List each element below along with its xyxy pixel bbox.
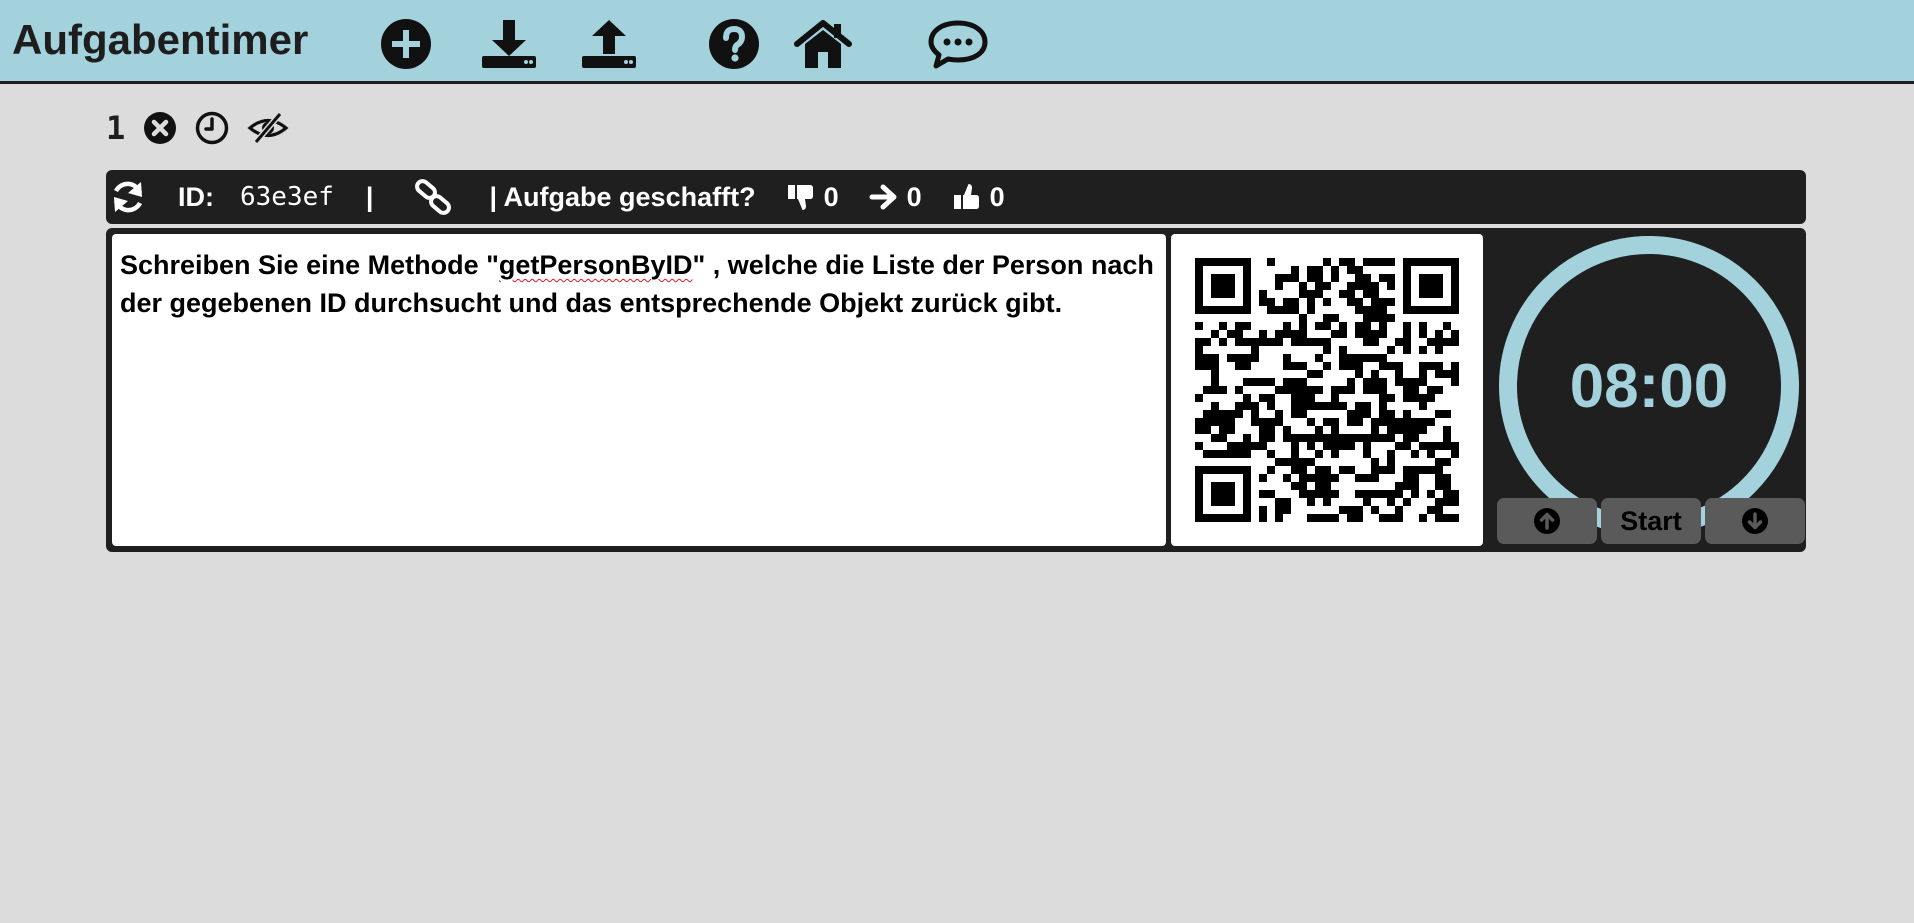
add-icon xyxy=(381,19,431,69)
qr-code xyxy=(1195,258,1459,522)
vote-down-count: 0 xyxy=(823,181,839,212)
reload-task-button[interactable] xyxy=(110,179,146,215)
task-text-before: Schreiben Sie eine Methode " xyxy=(120,250,499,280)
upload-button[interactable] xyxy=(578,18,640,70)
link-icon xyxy=(415,179,452,215)
upload-icon xyxy=(582,20,636,68)
thumbs-up-icon xyxy=(953,184,979,209)
toggle-visibility-button[interactable] xyxy=(247,111,289,145)
feedback-button[interactable] xyxy=(926,18,990,70)
clock-icon xyxy=(196,111,229,145)
qr-code-panel xyxy=(1171,234,1483,546)
download-button[interactable] xyxy=(478,18,540,70)
timer-settings-button[interactable] xyxy=(195,111,229,145)
vote-down-button[interactable]: 0 xyxy=(786,182,839,213)
share-link-button[interactable] xyxy=(413,178,453,216)
app-header: Aufgabentimer xyxy=(0,0,1914,84)
eye-slash-icon xyxy=(247,112,289,144)
delete-task-button[interactable] xyxy=(143,111,177,145)
vote-neutral-count: 0 xyxy=(906,181,922,212)
task-number: 1 xyxy=(106,109,126,147)
arrow-up-circle-icon xyxy=(1534,508,1560,534)
id-label: ID: xyxy=(178,181,214,212)
home-button[interactable] xyxy=(792,18,854,70)
home-icon xyxy=(794,20,852,68)
download-icon xyxy=(482,20,536,68)
help-icon xyxy=(709,19,759,69)
help-button[interactable] xyxy=(706,18,762,70)
timer-increase-button[interactable] xyxy=(1497,498,1597,544)
refresh-icon xyxy=(113,181,143,213)
task-info-bar: ID: 63e3ef | | Aufgabe geschafft? 0 0 0 xyxy=(106,170,1806,224)
timer-display: 08:00 xyxy=(1569,351,1729,421)
timer-panel: 08:00 Start xyxy=(1491,228,1806,552)
vote-neutral-button[interactable]: 0 xyxy=(869,182,922,213)
task-description: Schreiben Sie eine Methode "getPersonByI… xyxy=(112,234,1166,546)
comment-icon xyxy=(928,20,988,69)
thumbs-down-icon xyxy=(787,185,813,210)
timer-decrease-button[interactable] xyxy=(1705,498,1805,544)
separator: | xyxy=(365,181,374,212)
task-controls: 1 xyxy=(106,108,307,148)
task-done-question: | Aufgabe geschafft? xyxy=(489,181,756,212)
close-circle-icon xyxy=(144,112,177,144)
task-id-value: 63e3ef xyxy=(240,182,334,212)
add-task-button[interactable] xyxy=(378,18,434,70)
vote-up-count: 0 xyxy=(989,181,1005,212)
arrow-right-icon xyxy=(869,184,897,210)
task-panel: Schreiben Sie eine Methode "getPersonByI… xyxy=(106,228,1806,552)
arrow-down-circle-icon xyxy=(1742,508,1768,534)
timer-start-button[interactable]: Start xyxy=(1601,498,1701,544)
app-title: Aufgabentimer xyxy=(12,16,309,63)
task-text-method: getPersonByID xyxy=(498,250,693,280)
vote-up-button[interactable]: 0 xyxy=(952,182,1005,213)
